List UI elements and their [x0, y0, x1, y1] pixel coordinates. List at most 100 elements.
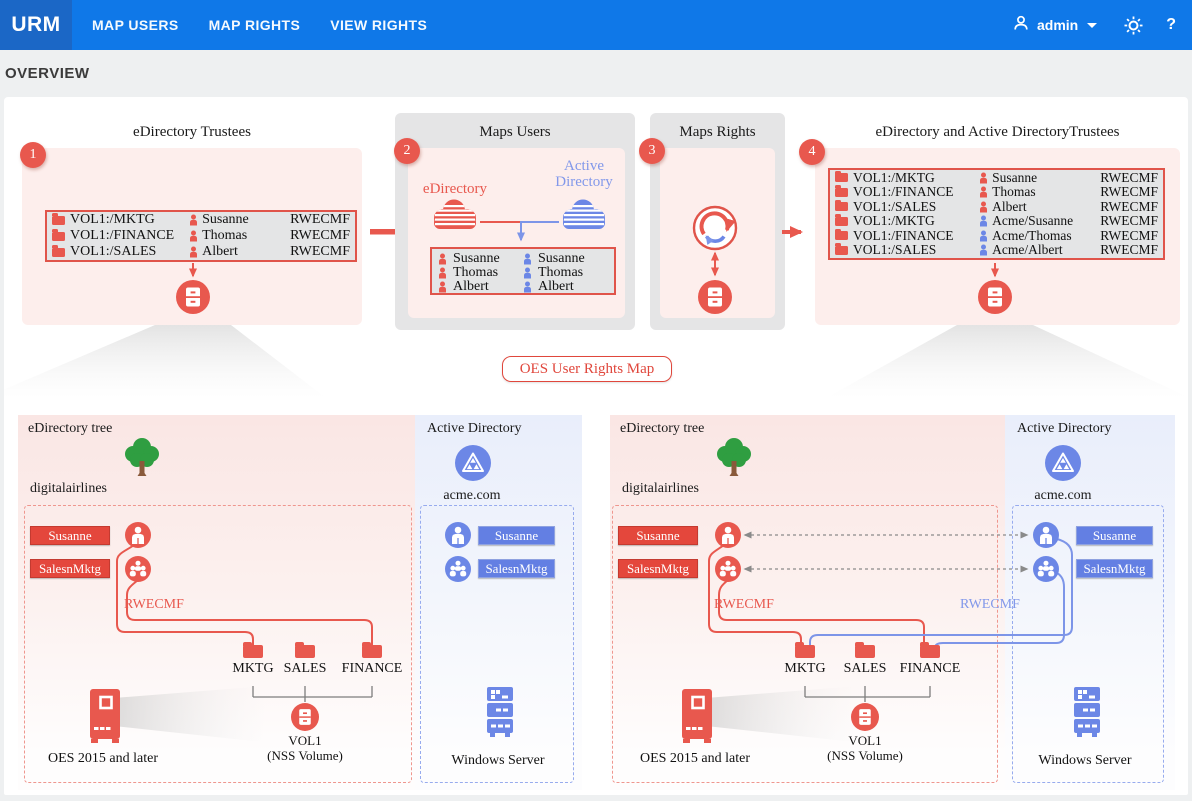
table-row: VOL1:/SALES Albert RWECMF: [835, 199, 1158, 214]
path-cell: VOL1:/SALES: [853, 242, 936, 258]
ad-rights-label: RWECMF: [960, 597, 1020, 613]
oes-user-rights-map-button[interactable]: OES User Rights Map: [502, 356, 672, 382]
ad-group-icon: [1033, 556, 1059, 582]
edir-group-icon: [125, 556, 151, 582]
user-icon: [1012, 14, 1030, 37]
app-logo[interactable]: URM: [0, 0, 72, 50]
nav-map-rights[interactable]: MAP RIGHTS: [209, 17, 301, 33]
step1-title: eDirectory Trustees: [22, 124, 362, 141]
ad-group-icon: [445, 556, 471, 582]
folder-icon: [362, 645, 382, 658]
nss-storage-icon: [978, 280, 1012, 314]
user-icon: [979, 186, 988, 198]
edir-rights-label: RWECMF: [124, 597, 184, 613]
ad-label-line2: Directory: [539, 174, 629, 190]
ad-cloud-icon: [558, 198, 610, 232]
mapped-users-table: Susanne Thomas Albert Susanne Thomas Alb…: [430, 247, 616, 295]
table-row: VOL1:/MKTG Susanne RWECMF: [52, 212, 350, 228]
ad-group-tag: SalesnMktg: [1076, 559, 1153, 578]
chevron-down-icon: [1087, 23, 1097, 28]
ad-user-tag: Susanne: [478, 526, 555, 545]
volume-name: VOL1: [805, 733, 925, 748]
folder-icon: [835, 202, 848, 211]
nss-volume-icon: [851, 703, 879, 731]
user-icon: [979, 172, 988, 184]
user-icon: [979, 201, 988, 213]
table-row: VOL1:/FINANCE Thomas RWECMF: [52, 228, 350, 244]
ad-domain: acme.com: [397, 488, 547, 504]
rights-cell: RWECMF: [1100, 184, 1158, 200]
user-icon: [189, 214, 198, 226]
folder-icon: [52, 216, 65, 225]
edir-tree-label: eDirectory tree: [28, 421, 112, 437]
user-cell: Albert: [538, 279, 574, 295]
sync-icon: [691, 204, 739, 252]
step4-title: eDirectory and Active DirectoryTrustees: [815, 124, 1180, 141]
user-icon: [523, 253, 532, 265]
path-cell: VOL1:/FINANCE: [853, 184, 954, 200]
help-button[interactable]: ?: [1166, 16, 1176, 34]
windows-server-icon: [1070, 687, 1104, 739]
folder-icon: [52, 232, 65, 241]
trustee-cell: Thomas: [992, 184, 1036, 200]
ad-user-tag: Susanne: [1076, 526, 1153, 545]
folder-icon: [855, 645, 875, 658]
main-nav: MAP USERS MAP RIGHTS VIEW RIGHTS: [92, 0, 427, 50]
folder-icon: [835, 246, 848, 255]
ad-users-column: Susanne Thomas Albert: [523, 252, 608, 290]
ad-label: Active Directory: [427, 421, 521, 437]
folder-icon: [835, 231, 848, 240]
edir-user-icon: [125, 522, 151, 548]
edir-group-icon: [715, 556, 741, 582]
table-row: VOL1:/SALES Albert RWECMF: [52, 244, 350, 260]
oes-server-icon: [680, 689, 714, 745]
step1-badge: 1: [20, 142, 46, 168]
rights-cell: RWECMF: [1100, 170, 1158, 186]
edir-trustees-table: VOL1:/MKTG Susanne RWECMF VOL1:/FINANCE …: [45, 210, 357, 262]
folder-icon: [920, 645, 940, 658]
folder-icon: [835, 173, 848, 182]
user-icon: [979, 230, 988, 242]
folder-icon: [295, 645, 315, 658]
folder-icon: [795, 645, 815, 658]
edir-user-tag: Susanne: [30, 526, 110, 545]
edir-tree-name: digitalairlines: [30, 481, 107, 497]
trustee-cell: Susanne: [202, 212, 249, 228]
rights-cell: RWECMF: [290, 228, 350, 244]
nav-map-users[interactable]: MAP USERS: [92, 17, 179, 33]
windows-server-label: Windows Server: [1010, 753, 1160, 769]
step2-title: Maps Users: [395, 124, 635, 141]
folder-label: FINANCE: [885, 661, 975, 677]
settings-gear-icon[interactable]: [1124, 16, 1143, 35]
ad-label-line1: Active: [539, 158, 629, 174]
rights-cell: RWECMF: [1100, 213, 1158, 229]
edir-users-column: Susanne Thomas Albert: [438, 252, 523, 290]
rights-cell: RWECMF: [1100, 199, 1158, 215]
tree-icon: [712, 435, 756, 481]
edir-tree-label: eDirectory tree: [620, 421, 704, 437]
edirectory-cloud-label: eDirectory: [410, 181, 500, 197]
edir-rights-label: RWECMF: [714, 597, 774, 613]
user-name: admin: [1037, 17, 1078, 33]
user-icon: [523, 267, 532, 279]
trustee-cell: Acme/Susanne: [992, 213, 1073, 229]
table-row: VOL1:/MKTG Susanne RWECMF: [835, 170, 1158, 185]
table-row: VOL1:/FINANCE Acme/Thomas RWECMF: [835, 229, 1158, 244]
volume-type: (NSS Volume): [805, 748, 925, 763]
edir-user-tag: Susanne: [618, 526, 698, 545]
ad-user-icon: [445, 522, 471, 548]
table-row: VOL1:/SALES Acme/Albert RWECMF: [835, 243, 1158, 258]
folder-finance: FINANCE: [327, 645, 417, 677]
nav-view-rights[interactable]: VIEW RIGHTS: [330, 17, 427, 33]
rights-cell: RWECMF: [290, 212, 350, 228]
tree-icon: [120, 435, 164, 481]
oes-server-icon: [88, 689, 122, 745]
user-icon: [438, 253, 447, 265]
step2-badge: 2: [394, 138, 420, 164]
folder-finance: FINANCE: [885, 645, 975, 677]
user-menu[interactable]: admin: [1012, 14, 1097, 37]
path-cell: VOL1:/MKTG: [70, 212, 155, 228]
volume-label: VOL1 (NSS Volume): [245, 733, 365, 763]
nss-storage-icon: [176, 280, 210, 314]
nss-storage-icon: [698, 280, 732, 314]
